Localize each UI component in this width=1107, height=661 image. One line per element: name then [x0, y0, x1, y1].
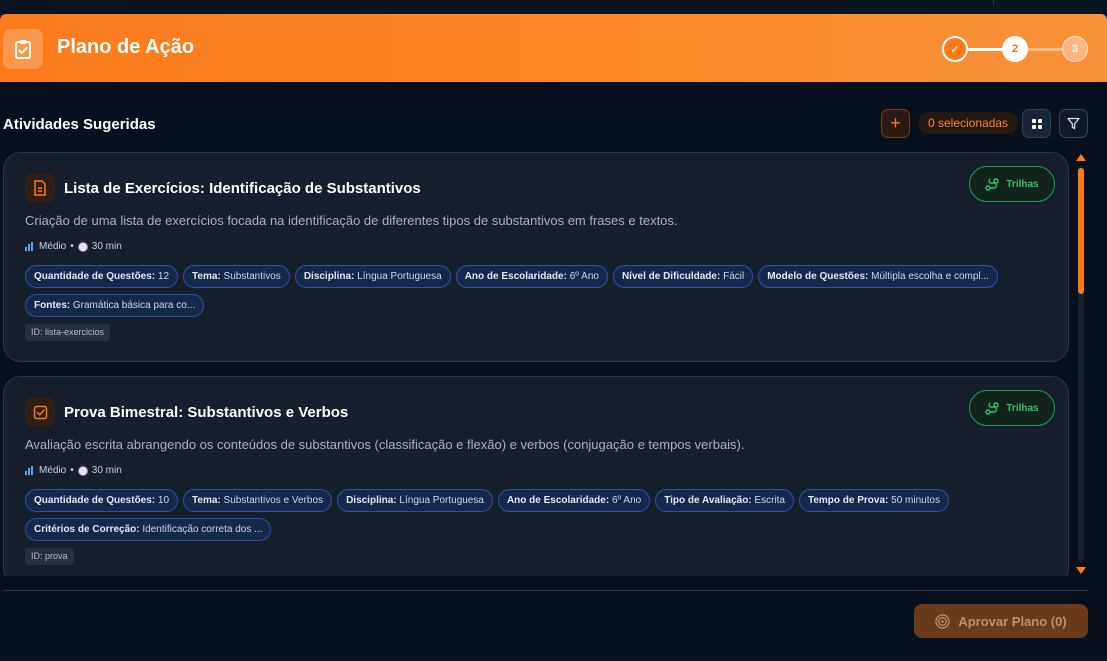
- bar-chart-icon: [25, 242, 35, 251]
- card-description: Avaliação escrita abrangendo os conteúdo…: [25, 437, 745, 452]
- duration-label: 30 min: [91, 241, 122, 252]
- tag-chip: Disciplina: Língua Portuguesa: [294, 265, 451, 288]
- alarm-clock-icon: [77, 465, 88, 476]
- tag-chip: Disciplina: Língua Portuguesa: [337, 489, 493, 512]
- card-title: Prova Bimestral: Substantivos e Verbos: [64, 404, 349, 421]
- grid-icon: [1031, 118, 1042, 129]
- route-icon: [985, 177, 1000, 191]
- clipboard-check-icon: [3, 29, 43, 69]
- alarm-clock-icon: [77, 241, 88, 252]
- top-strip: [0, 0, 1107, 14]
- grid-view-button[interactable]: [1022, 109, 1051, 138]
- tag-chip: Ano de Escolaridade: 6º Ano: [455, 265, 608, 288]
- tag-chip: Tipo de Avaliação: Escrita: [655, 489, 794, 512]
- meta-separator: •: [70, 465, 74, 476]
- step-connector: [1028, 48, 1063, 51]
- scroll-up-arrow-icon[interactable]: [1076, 154, 1086, 161]
- divider-tick: [993, 0, 994, 5]
- card-meta: Médio • 30 min: [25, 241, 122, 252]
- activity-card[interactable]: Prova Bimestral: Substantivos e Verbos T…: [3, 376, 1069, 576]
- trilhas-label: Trilhas: [1006, 178, 1039, 190]
- tag-chip: Nível de Dificuldade: Fácil: [612, 265, 754, 288]
- tag-chip: Ano de Escolaridade: 6º Ano: [497, 489, 651, 512]
- bar-chart-icon: [25, 466, 35, 475]
- page-title: Plano de Ação: [57, 36, 195, 58]
- step-3-pending[interactable]: 3: [1062, 36, 1088, 62]
- scroll-down-arrow-icon[interactable]: [1076, 567, 1086, 574]
- bottom-strip: [0, 657, 1107, 661]
- card-title: Lista de Exercícios: Identificação de Su…: [64, 180, 421, 197]
- card-id: ID: lista-exercicios: [25, 324, 111, 341]
- step-2-current[interactable]: 2: [1002, 36, 1028, 62]
- tag-chip: Tempo de Prova: 50 minutos: [798, 489, 950, 512]
- tag-chip: Modelo de Questões: Múltipla escolha e c…: [758, 265, 998, 288]
- activity-list[interactable]: Lista de Exercícios: Identificação de Su…: [3, 152, 1070, 576]
- tag-chip: Quantidade de Questões: 10: [25, 489, 179, 512]
- filter-button[interactable]: [1059, 109, 1088, 138]
- tag-list: Quantidade de Questões: 12 Tema: Substan…: [25, 265, 1035, 317]
- duration-label: 30 min: [91, 465, 122, 476]
- meta-separator: •: [70, 241, 74, 252]
- footer-divider: [3, 590, 1088, 591]
- tag-chip: Fontes: Gramática básica para co...: [25, 294, 205, 317]
- document-icon: [25, 173, 55, 203]
- step-connector: [968, 48, 1003, 51]
- approve-plan-label: Aprovar Plano (0): [958, 613, 1067, 629]
- trilhas-button[interactable]: Trilhas: [969, 166, 1055, 202]
- tag-chip: Critérios de Correção: Identificação cor…: [25, 518, 272, 541]
- plan-header: Plano de Ação ✓ 2 3: [0, 14, 1107, 82]
- tag-chip: Tema: Substantivos: [183, 265, 290, 288]
- section-title: Atividades Sugeridas: [3, 116, 156, 133]
- target-icon: [935, 613, 950, 629]
- difficulty-label: Médio: [39, 241, 67, 252]
- tag-list: Quantidade de Questões: 10 Tema: Substan…: [25, 489, 1035, 541]
- step-1-done[interactable]: ✓: [942, 36, 968, 62]
- activity-card[interactable]: Lista de Exercícios: Identificação de Su…: [3, 152, 1069, 362]
- tag-chip: Quantidade de Questões: 12: [25, 265, 179, 288]
- tag-chip: Tema: Substantivos e Verbos: [183, 489, 333, 512]
- scrollbar-thumb[interactable]: [1078, 168, 1084, 294]
- add-activity-button[interactable]: +: [881, 109, 910, 138]
- filter-icon: [1067, 117, 1080, 130]
- route-icon: [985, 401, 1000, 415]
- card-id: ID: prova: [25, 548, 74, 565]
- approve-plan-button[interactable]: Aprovar Plano (0): [914, 604, 1088, 638]
- card-description: Criação de uma lista de exercícios focad…: [25, 213, 678, 228]
- difficulty-label: Médio: [39, 465, 67, 476]
- checkbox-icon: [25, 397, 55, 427]
- list-scrollbar[interactable]: [1075, 152, 1087, 576]
- trilhas-label: Trilhas: [1006, 402, 1039, 414]
- card-meta: Médio • 30 min: [25, 465, 122, 476]
- trilhas-button[interactable]: Trilhas: [969, 390, 1055, 426]
- selected-count-badge: 0 selecionadas: [918, 112, 1019, 134]
